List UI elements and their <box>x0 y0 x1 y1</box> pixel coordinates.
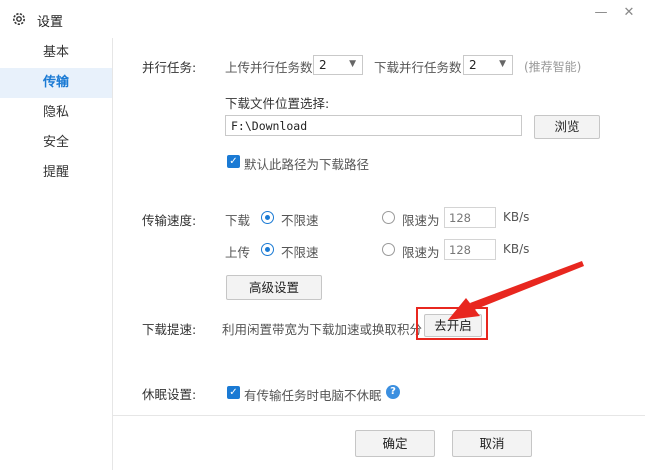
window-title: 设置 <box>37 15 64 30</box>
default-path-label: 默认此路径为下载路径 <box>244 157 370 172</box>
download-limit-unit: KB/s <box>503 210 530 224</box>
sleep-label: 休眠设置: <box>142 387 197 402</box>
parallel-label: 并行任务: <box>142 60 197 75</box>
download-path-input[interactable]: F:\Download <box>225 115 522 136</box>
upload-unlimited-radio[interactable] <box>261 243 274 256</box>
download-unlimited-radio[interactable] <box>261 211 274 224</box>
annotation-arrow-icon <box>448 261 584 320</box>
sidebar-item-basic[interactable]: 基本 <box>0 38 112 68</box>
download-unlimited-label: 不限速 <box>281 213 319 228</box>
default-path-checkbox[interactable]: ✓ <box>227 155 240 168</box>
upload-speed-label: 上传 <box>225 245 251 260</box>
accel-label: 下载提速: <box>142 322 197 337</box>
advanced-settings-button[interactable]: 高级设置 <box>226 275 322 300</box>
close-button[interactable]: ✕ <box>618 4 640 22</box>
ok-button[interactable]: 确定 <box>355 430 435 457</box>
parallel-hint: (推荐智能) <box>524 60 582 74</box>
download-limit-radio[interactable] <box>382 211 395 224</box>
upload-limit-label: 限速为 <box>402 245 440 260</box>
download-limit-input[interactable]: 128 <box>444 207 496 228</box>
upload-limit-radio[interactable] <box>382 243 395 256</box>
chevron-down-icon: ▼ <box>349 59 356 69</box>
no-sleep-checkbox[interactable]: ✓ <box>227 386 240 399</box>
upload-limit-unit: KB/s <box>503 242 530 256</box>
sidebar-item-reminder[interactable]: 提醒 <box>0 158 112 188</box>
upload-parallel-select[interactable]: 2 ▼ <box>313 55 363 75</box>
download-speed-label: 下载 <box>225 213 251 228</box>
title-bar <box>0 0 645 38</box>
download-limit-label: 限速为 <box>402 213 440 228</box>
upload-parallel-label: 上传并行任务数 <box>225 60 313 75</box>
browse-button[interactable]: 浏览 <box>534 115 600 139</box>
accel-text: 利用闲置带宽为下载加速或换取积分 <box>222 322 423 337</box>
help-icon[interactable]: ? <box>386 385 400 399</box>
sidebar: 基本 传输 隐私 安全 提醒 <box>0 38 113 470</box>
sidebar-item-transfer[interactable]: 传输 <box>0 68 112 98</box>
download-parallel-label: 下载并行任务数 <box>374 60 462 75</box>
sidebar-item-privacy[interactable]: 隐私 <box>0 98 112 128</box>
upload-limit-input[interactable]: 128 <box>444 239 496 260</box>
no-sleep-label: 有传输任务时电脑不休眠 <box>244 388 382 403</box>
sidebar-item-security[interactable]: 安全 <box>0 128 112 158</box>
minimize-button[interactable]: — <box>590 4 612 22</box>
cancel-button[interactable]: 取消 <box>452 430 532 457</box>
location-label: 下载文件位置选择: <box>225 96 330 111</box>
download-parallel-select[interactable]: 2 ▼ <box>463 55 513 75</box>
upload-unlimited-label: 不限速 <box>281 245 319 260</box>
gear-icon <box>11 11 27 27</box>
speed-label: 传输速度: <box>142 213 197 228</box>
footer-divider <box>113 415 645 416</box>
chevron-down-icon: ▼ <box>499 59 506 69</box>
